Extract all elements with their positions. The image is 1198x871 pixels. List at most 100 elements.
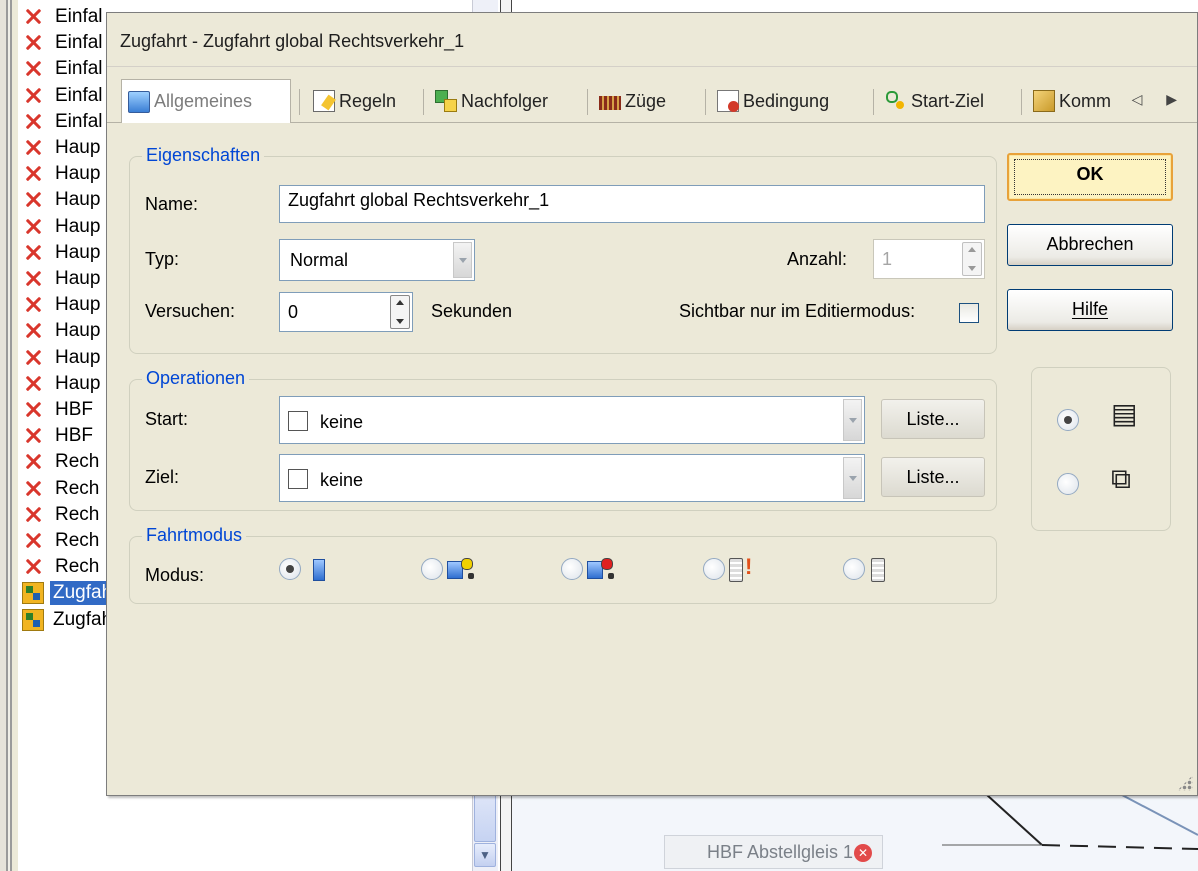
- tab-start-ziel[interactable]: Start-Ziel: [879, 79, 990, 123]
- view-radio-list[interactable]: [1057, 409, 1079, 431]
- sichtbar-label: Sichtbar nur im Editiermodus:: [679, 301, 916, 321]
- mode-radio-1[interactable]: [279, 558, 301, 580]
- list-item-label: Rech: [55, 556, 100, 578]
- ziel-operation-select[interactable]: keine: [279, 454, 865, 502]
- list-scroll-thumb[interactable]: [474, 792, 496, 842]
- list-item-label: Haup: [55, 163, 101, 185]
- chevron-down-icon[interactable]: [843, 399, 862, 441]
- list-item-label: Einfal: [55, 58, 103, 80]
- list-item-label: Haup: [55, 294, 101, 316]
- ziel-label: Ziel:: [145, 467, 180, 487]
- eigenschaften-title: Eigenschaften: [142, 145, 265, 166]
- versuchen-stepper[interactable]: 0: [279, 292, 413, 332]
- typ-label: Typ:: [145, 249, 180, 269]
- cancel-button[interactable]: Abbrechen: [1007, 224, 1173, 266]
- error-x-icon: [22, 530, 44, 552]
- tab-label: Allgemeines: [154, 91, 253, 111]
- ok-button[interactable]: OK: [1007, 153, 1173, 201]
- anzahl-stepper[interactable]: 1: [873, 239, 985, 279]
- sekunden-label: Sekunden: [431, 301, 513, 321]
- error-x-icon: [22, 32, 44, 54]
- help-button[interactable]: Hilfe: [1007, 289, 1173, 331]
- start-operation-select[interactable]: keine: [279, 396, 865, 444]
- name-field[interactable]: Zugfahrt global Rechtsverkehr_1: [279, 185, 985, 223]
- list-view-icon: ▤: [1111, 398, 1138, 429]
- mode-radio-2[interactable]: [421, 558, 443, 580]
- list-item-label: HBF: [55, 399, 93, 420]
- error-x-icon: [22, 504, 44, 526]
- typ-select[interactable]: Normal: [279, 239, 475, 281]
- mode-radio-5[interactable]: [843, 558, 865, 580]
- error-x-icon: [22, 216, 44, 238]
- spin-arrows-icon[interactable]: [390, 295, 410, 329]
- tab-kommentar[interactable]: Komm: [1027, 79, 1117, 123]
- error-x-icon: [22, 556, 44, 578]
- operationen-title: Operationen: [142, 368, 250, 389]
- error-x-icon: [22, 268, 44, 290]
- resize-grip-icon[interactable]: [1177, 775, 1193, 791]
- list-item-label: Haup: [55, 189, 101, 211]
- signal-red-mode-icon: [587, 558, 613, 580]
- list-item-label: Haup: [55, 346, 101, 368]
- ziel-operation-checkbox[interactable]: [288, 469, 308, 489]
- trains-icon: [599, 96, 621, 110]
- error-x-icon: [22, 373, 44, 395]
- splitter-edge: [0, 0, 18, 871]
- typ-value: Normal: [290, 250, 349, 270]
- error-x-icon: [22, 137, 44, 159]
- list-item-label: Haup: [55, 137, 101, 158]
- list-item-label: Rech: [55, 530, 100, 551]
- list-item-label: Rech: [55, 477, 100, 499]
- view-radio-cascade[interactable]: [1057, 473, 1079, 495]
- list-item-label: Haup: [55, 320, 101, 342]
- track-error-icon: ✕: [854, 844, 873, 863]
- ziel-operation-value: keine: [320, 470, 364, 490]
- start-liste-button[interactable]: Liste...: [881, 399, 985, 439]
- view-options-group: [1031, 367, 1171, 531]
- ziel-liste-button[interactable]: Liste...: [881, 457, 985, 497]
- help-button-label: Hilfe: [1071, 299, 1108, 319]
- track-label-text: HBF Abstellgleis 1: [707, 842, 854, 862]
- comment-icon: [1033, 90, 1055, 112]
- condition-icon: [717, 90, 739, 112]
- start-operation-checkbox[interactable]: [288, 411, 308, 431]
- name-label: Name:: [145, 194, 199, 214]
- train-route-dialog: Zugfahrt - Zugfahrt global Rechtsverkehr…: [106, 12, 1198, 796]
- tab-label: Regeln: [339, 90, 397, 111]
- successor-icon: [435, 90, 457, 112]
- chevron-down-icon[interactable]: [843, 457, 862, 499]
- chevron-down-icon[interactable]: [453, 242, 472, 278]
- fahrtmodus-title: Fahrtmodus: [142, 525, 247, 546]
- scroll-down-button[interactable]: ▼: [474, 843, 496, 867]
- spin-arrows-icon[interactable]: [962, 242, 982, 276]
- error-x-icon: [22, 189, 44, 211]
- list-item-label: Einfal: [55, 32, 103, 54]
- versuchen-value: 0: [288, 302, 299, 322]
- mode-radio-3[interactable]: [561, 558, 583, 580]
- tab-bedingung[interactable]: Bedingung: [711, 79, 835, 123]
- versuchen-label: Versuchen:: [145, 301, 236, 321]
- error-x-icon: [22, 6, 44, 28]
- error-x-icon: [22, 242, 44, 264]
- anzahl-value: 1: [882, 249, 893, 269]
- sichtbar-checkbox[interactable]: [959, 303, 979, 323]
- list-item-label: Haup: [55, 268, 101, 289]
- tab-allgemeines[interactable]: Allgemeines: [121, 79, 291, 123]
- block-mode-icon: [313, 559, 325, 581]
- dialog-titlebar[interactable]: Zugfahrt - Zugfahrt global Rechtsverkehr…: [107, 13, 1197, 67]
- anzahl-label: Anzahl:: [787, 249, 848, 269]
- mode-radio-4[interactable]: [703, 558, 725, 580]
- tab-label: Züge: [625, 90, 667, 111]
- list-item-label: Einfal: [55, 84, 103, 106]
- tab-zuege[interactable]: Züge: [593, 79, 672, 123]
- signal-yellow-mode-icon: [447, 558, 473, 580]
- tab-label: Nachfolger: [461, 90, 549, 111]
- start-label: Start:: [145, 409, 189, 429]
- tab-scroll-arrows[interactable]: ◁ ▶: [1132, 91, 1187, 108]
- list-item-label: Einfal: [55, 110, 103, 132]
- track-label[interactable]: HBF Abstellgleis 1 ✕: [664, 835, 884, 869]
- tab-nachfolger[interactable]: Nachfolger: [429, 79, 554, 123]
- error-x-icon: [22, 451, 44, 473]
- tab-strip: Allgemeines Regeln Nachfolger Züge Bedin…: [107, 77, 1197, 123]
- tab-regeln[interactable]: Regeln: [307, 79, 402, 123]
